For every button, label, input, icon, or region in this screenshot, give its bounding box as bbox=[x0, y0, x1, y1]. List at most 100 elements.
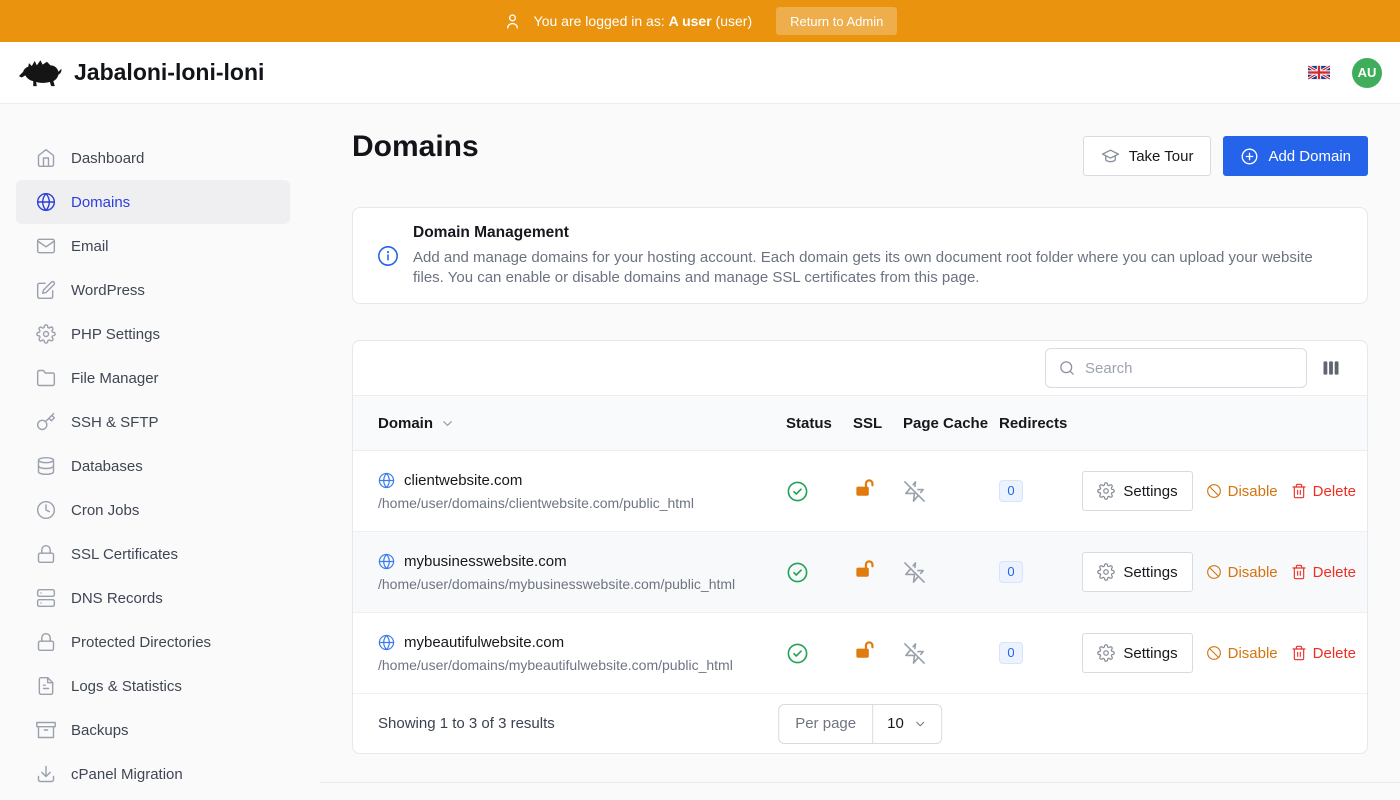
disable-button[interactable]: Disable bbox=[1206, 483, 1278, 500]
search-icon bbox=[1058, 359, 1076, 377]
gear-icon bbox=[1097, 644, 1115, 662]
domain-name: mybeautifulwebsite.com bbox=[404, 634, 564, 651]
sidebar-item-protected-directories[interactable]: Protected Directories bbox=[16, 620, 290, 664]
globe-icon bbox=[378, 553, 395, 570]
sidebar-item-php-settings[interactable]: PHP Settings bbox=[16, 312, 290, 356]
column-header-status: Status bbox=[786, 415, 853, 432]
info-icon bbox=[377, 245, 399, 267]
sidebar-item-email[interactable]: Email bbox=[16, 224, 290, 268]
sidebar-item-ssl-certificates[interactable]: SSL Certificates bbox=[16, 532, 290, 576]
redirects-count-badge[interactable]: 0 bbox=[999, 642, 1023, 664]
domain-path: /home/user/domains/mybeautifulwebsite.co… bbox=[378, 657, 786, 673]
page-cache-disabled-icon bbox=[903, 561, 926, 584]
domain-management-info-box: Domain Management Add and manage domains… bbox=[352, 207, 1368, 304]
column-header-domain[interactable]: Domain bbox=[378, 415, 786, 432]
domains-table-card: Domain Status SSL Page Cache Redirects c… bbox=[352, 340, 1368, 754]
brand: Jabaloni-loni-loni bbox=[16, 56, 264, 89]
settings-button[interactable]: Settings bbox=[1082, 471, 1192, 511]
domain-path: /home/user/domains/mybusinesswebsite.com… bbox=[378, 576, 786, 592]
settings-button[interactable]: Settings bbox=[1082, 552, 1192, 592]
ban-icon bbox=[1206, 483, 1222, 499]
sidebar-item-ssh-sftp[interactable]: SSH & SFTP bbox=[16, 400, 290, 444]
trash-icon bbox=[1291, 645, 1307, 661]
table-row: mybusinesswebsite.com /home/user/domains… bbox=[353, 532, 1367, 613]
disable-button[interactable]: Disable bbox=[1206, 564, 1278, 581]
sidebar: Dashboard Domains Email WordPress PHP Se… bbox=[0, 104, 320, 800]
results-summary: Showing 1 to 3 of 3 results bbox=[378, 715, 555, 732]
ssl-unlocked-icon bbox=[853, 639, 876, 662]
key-icon bbox=[36, 412, 56, 432]
status-active-icon bbox=[786, 480, 809, 503]
sidebar-item-wordpress[interactable]: WordPress bbox=[16, 268, 290, 312]
banner-user-name: A user bbox=[669, 13, 712, 29]
redirects-count-badge[interactable]: 0 bbox=[999, 480, 1023, 502]
sidebar-item-file-manager[interactable]: File Manager bbox=[16, 356, 290, 400]
clock-icon bbox=[36, 500, 56, 520]
sidebar-item-logs-statistics[interactable]: Logs & Statistics bbox=[16, 664, 290, 708]
sidebar-item-dashboard[interactable]: Dashboard bbox=[16, 136, 290, 180]
delete-button[interactable]: Delete bbox=[1291, 483, 1356, 500]
mail-icon bbox=[36, 236, 56, 256]
footer-divider bbox=[320, 782, 1400, 783]
return-to-admin-button[interactable]: Return to Admin bbox=[776, 7, 897, 35]
globe-icon bbox=[378, 634, 395, 651]
boar-logo-icon bbox=[16, 56, 62, 89]
table-row: mybeautifulwebsite.com /home/user/domain… bbox=[353, 613, 1367, 694]
page-cache-disabled-icon bbox=[903, 642, 926, 665]
columns-toggle-icon[interactable] bbox=[1321, 358, 1341, 378]
ban-icon bbox=[1206, 645, 1222, 661]
archive-icon bbox=[36, 720, 56, 740]
sidebar-item-backups[interactable]: Backups bbox=[16, 708, 290, 752]
sidebar-item-cpanel-migration[interactable]: cPanel Migration bbox=[16, 752, 290, 796]
redirects-count-badge[interactable]: 0 bbox=[999, 561, 1023, 583]
column-header-redirects: Redirects bbox=[999, 415, 1079, 432]
banner-user-role: (user) bbox=[716, 13, 753, 29]
globe-icon bbox=[378, 472, 395, 489]
per-page-control: Per page 10 bbox=[778, 704, 942, 744]
edit-icon bbox=[36, 280, 56, 300]
disable-button[interactable]: Disable bbox=[1206, 645, 1278, 662]
ban-icon bbox=[1206, 564, 1222, 580]
sidebar-item-databases[interactable]: Databases bbox=[16, 444, 290, 488]
table-header-row: Domain Status SSL Page Cache Redirects bbox=[353, 395, 1367, 451]
domain-path: /home/user/domains/clientwebsite.com/pub… bbox=[378, 495, 786, 511]
table-toolbar bbox=[353, 341, 1367, 395]
lock-icon bbox=[36, 544, 56, 564]
status-active-icon bbox=[786, 642, 809, 665]
delete-button[interactable]: Delete bbox=[1291, 645, 1356, 662]
ssl-unlocked-icon bbox=[853, 558, 876, 581]
search-input[interactable] bbox=[1085, 360, 1294, 377]
user-avatar[interactable]: AU bbox=[1352, 58, 1382, 88]
database-icon bbox=[36, 456, 56, 476]
download-icon bbox=[36, 764, 56, 784]
domain-name: mybusinesswebsite.com bbox=[404, 553, 567, 570]
sidebar-item-cron-jobs[interactable]: Cron Jobs bbox=[16, 488, 290, 532]
delete-button[interactable]: Delete bbox=[1291, 564, 1356, 581]
sidebar-item-dns-records[interactable]: DNS Records bbox=[16, 576, 290, 620]
banner-message: You are logged in as: A user (user) bbox=[534, 13, 752, 29]
add-domain-button[interactable]: Add Domain bbox=[1223, 136, 1368, 176]
brand-name: Jabaloni-loni-loni bbox=[74, 59, 264, 86]
page-cache-disabled-icon bbox=[903, 480, 926, 503]
info-box-description: Add and manage domains for your hosting … bbox=[413, 248, 1343, 288]
take-tour-button[interactable]: Take Tour bbox=[1083, 136, 1212, 176]
info-box-title: Domain Management bbox=[413, 224, 1343, 242]
home-icon bbox=[36, 148, 56, 168]
per-page-label: Per page bbox=[779, 705, 873, 743]
app-header: Jabaloni-loni-loni AU bbox=[0, 42, 1400, 104]
settings-button[interactable]: Settings bbox=[1082, 633, 1192, 673]
folder-icon bbox=[36, 368, 56, 388]
gear-icon bbox=[1097, 563, 1115, 581]
ssl-unlocked-icon bbox=[853, 477, 876, 500]
per-page-select[interactable]: 10 bbox=[873, 705, 941, 743]
column-header-ssl: SSL bbox=[853, 415, 903, 432]
globe-icon bbox=[36, 192, 56, 212]
chevron-down-icon bbox=[440, 416, 455, 431]
status-active-icon bbox=[786, 561, 809, 584]
uk-flag-icon[interactable] bbox=[1308, 65, 1330, 80]
file-text-icon bbox=[36, 676, 56, 696]
domain-name: clientwebsite.com bbox=[404, 472, 522, 489]
trash-icon bbox=[1291, 483, 1307, 499]
lock-icon bbox=[36, 632, 56, 652]
sidebar-item-domains[interactable]: Domains bbox=[16, 180, 290, 224]
